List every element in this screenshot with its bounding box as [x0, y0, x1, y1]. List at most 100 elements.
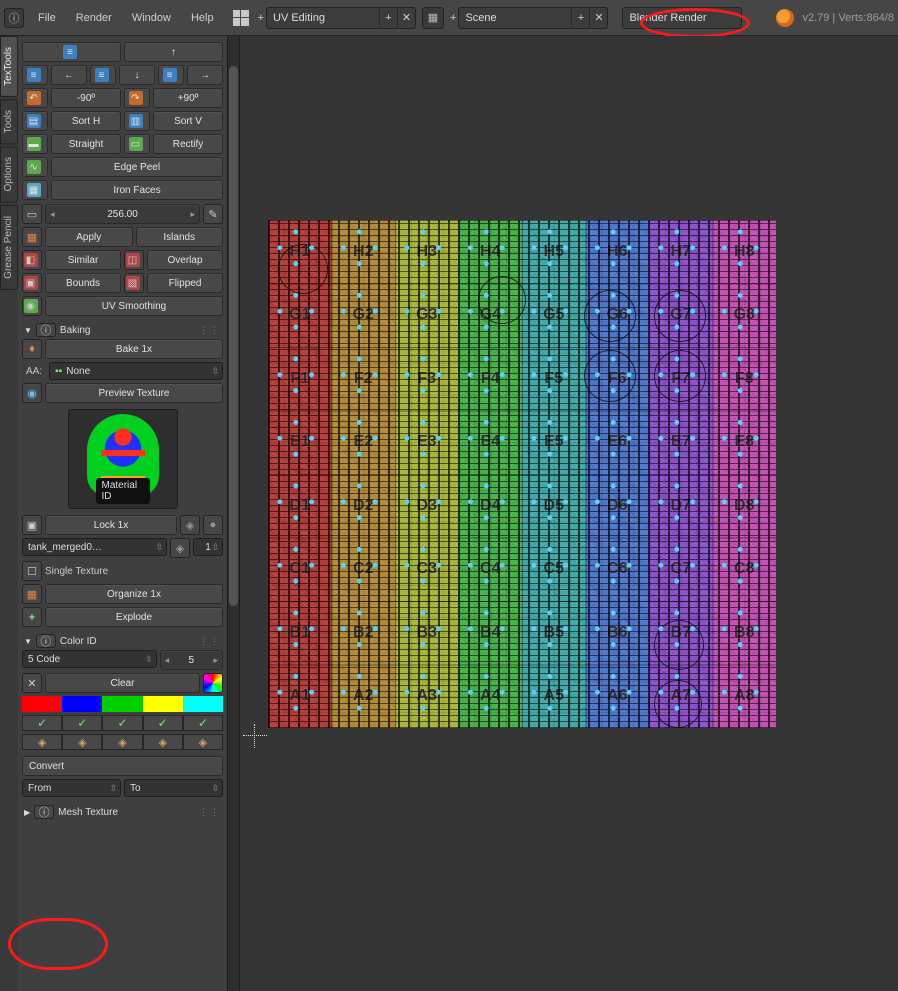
code-count[interactable]: ◂5▸ [160, 650, 223, 670]
bake-btn[interactable]: Bake 1x [45, 339, 223, 359]
scene-selector[interactable]: Scene + ✕ [458, 7, 608, 29]
menu-help[interactable]: Help [181, 9, 224, 27]
rectify-ic[interactable]: ▭ [124, 134, 150, 154]
mesh-name-field[interactable]: tank_merged0… [22, 538, 167, 556]
organize-ic[interactable]: ▦ [22, 584, 42, 604]
layout-add[interactable]: + [258, 12, 264, 24]
rotate-pos-icon[interactable]: ↷ [124, 88, 150, 108]
organize-btn[interactable]: Organize 1x [45, 584, 223, 604]
sort-h-btn[interactable]: Sort H [51, 111, 121, 131]
lock-btn[interactable]: Lock 1x [45, 515, 177, 535]
uv-smooth-ic[interactable]: ◉ [22, 296, 42, 316]
swatch-yellow[interactable] [143, 696, 183, 712]
apply-icon[interactable]: ▦ [22, 227, 42, 247]
layout-grid-icon[interactable] [230, 7, 252, 29]
size-picker-btn[interactable]: ▭ [22, 204, 42, 224]
similar-btn[interactable]: Similar [45, 250, 121, 270]
islands-btn[interactable]: Islands [136, 227, 224, 247]
clear-x-btn[interactable]: ✕ [22, 673, 42, 693]
sel-5[interactable]: ◈ [183, 734, 223, 750]
color-wheel-btn[interactable] [203, 673, 223, 693]
sel-4[interactable]: ◈ [143, 734, 183, 750]
scene-browse-icon[interactable]: ▦ [422, 7, 444, 29]
tab-options[interactable]: Options [0, 146, 18, 202]
sel-2[interactable]: ◈ [62, 734, 102, 750]
screen-layout-selector[interactable]: UV Editing + ✕ [266, 7, 416, 29]
code-field[interactable]: 5 Code [22, 650, 157, 668]
swatch-blue[interactable] [62, 696, 102, 712]
iron-faces-ic[interactable]: ▦ [22, 180, 48, 200]
uv-smoothing-btn[interactable]: UV Smoothing [45, 296, 223, 316]
colorid-section-head[interactable]: ▼ⓘColor ID⋮⋮ [22, 630, 223, 650]
preview-texture-btn[interactable]: Preview Texture [45, 383, 223, 403]
swatch-green[interactable] [102, 696, 142, 712]
align-btn-2[interactable]: ≡ [22, 65, 48, 85]
baking-section-head[interactable]: ▼ⓘBaking⋮⋮ [22, 319, 223, 339]
assign-4[interactable]: ✓ [143, 715, 183, 731]
panel-scrollbar[interactable] [228, 36, 240, 991]
assign-5[interactable]: ✓ [183, 715, 223, 731]
flipped-ic[interactable]: ▧ [124, 273, 144, 293]
size-slider[interactable]: ◂256.00▸ [45, 204, 200, 224]
uv-grid-canvas[interactable]: H1H2H3H4H5H6H7H8G1G2G3G4G5G6G7G8F1F2F3F4… [268, 220, 776, 728]
align-btn-1[interactable]: ≡ [22, 42, 121, 62]
similar-ic[interactable]: ◧ [22, 250, 42, 270]
assign-2[interactable]: ✓ [62, 715, 102, 731]
menu-window[interactable]: Window [122, 9, 181, 27]
sphere-btn-a[interactable]: ● [203, 515, 223, 535]
flipped-btn[interactable]: Flipped [147, 273, 223, 293]
straight-ic[interactable]: ▬ [22, 134, 48, 154]
menu-render[interactable]: Render [66, 9, 122, 27]
tab-grease-pencil[interactable]: Grease Pencil [0, 205, 18, 290]
sel-1[interactable]: ◈ [22, 734, 62, 750]
tab-textools[interactable]: TexTools [0, 36, 18, 97]
sort-v-btn[interactable]: Sort V [153, 111, 223, 131]
rotate-neg-btn[interactable]: -90º [51, 88, 121, 108]
align-right[interactable]: → [187, 65, 223, 85]
scene-del-btn[interactable]: ✕ [589, 8, 607, 28]
menu-file[interactable]: File [28, 9, 66, 27]
single-tex-check[interactable]: ☐ [22, 561, 42, 581]
rotate-pos-btn[interactable]: +90º [153, 88, 223, 108]
scene-add[interactable]: + [450, 12, 456, 24]
tab-tools[interactable]: Tools [0, 99, 18, 144]
clear-btn[interactable]: Clear [45, 673, 200, 693]
lock-ic[interactable]: ▣ [22, 515, 42, 535]
scene-add-btn[interactable]: + [571, 8, 589, 28]
swatch-cyan[interactable] [183, 696, 223, 712]
convert-from[interactable]: From [22, 779, 121, 797]
uv-image-editor[interactable]: H1H2H3H4H5H6H7H8G1G2G3G4G5G6G7G8F1F2F3F4… [228, 36, 898, 991]
bounds-ic[interactable]: ▣ [22, 273, 42, 293]
sort-v-icon[interactable]: ▥ [124, 111, 150, 131]
sort-h-icon[interactable]: ▤ [22, 111, 48, 131]
layout-add-btn[interactable]: + [379, 8, 397, 28]
iron-faces-btn[interactable]: Iron Faces [51, 180, 223, 200]
layout-del-btn[interactable]: ✕ [397, 8, 415, 28]
bounds-btn[interactable]: Bounds [45, 273, 121, 293]
info-icon[interactable]: ⓘ [4, 8, 24, 28]
cube-btn-a[interactable]: ◈ [180, 515, 200, 535]
align-btn-4[interactable]: ≡ [158, 65, 184, 85]
apply-btn[interactable]: Apply [45, 227, 133, 247]
convert-btn[interactable]: Convert [22, 756, 223, 776]
rectify-btn[interactable]: Rectify [153, 134, 223, 154]
preview-eye-ic[interactable]: ◉ [22, 383, 42, 403]
assign-3[interactable]: ✓ [102, 715, 142, 731]
straight-btn[interactable]: Straight [51, 134, 121, 154]
edge-peel-ic[interactable]: ∿ [22, 157, 48, 177]
explode-ic[interactable]: ✦ [22, 607, 42, 627]
aa-select[interactable]: ▪▪None [49, 362, 223, 380]
overlap-btn[interactable]: Overlap [147, 250, 223, 270]
assign-1[interactable]: ✓ [22, 715, 62, 731]
scrollbar-thumb[interactable] [229, 66, 238, 606]
swatch-red[interactable] [22, 696, 62, 712]
explode-btn[interactable]: Explode [45, 607, 223, 627]
align-left[interactable]: ← [51, 65, 87, 85]
edge-peel-btn[interactable]: Edge Peel [51, 157, 223, 177]
preview-thumbnail[interactable]: Material ID [68, 409, 178, 509]
align-down[interactable]: ↓ [119, 65, 155, 85]
mesh-texture-head[interactable]: ▶ⓘMesh Texture⋮⋮ [22, 801, 223, 821]
convert-to[interactable]: To [124, 779, 223, 797]
sel-3[interactable]: ◈ [102, 734, 142, 750]
rotate-neg-icon[interactable]: ↶ [22, 88, 48, 108]
